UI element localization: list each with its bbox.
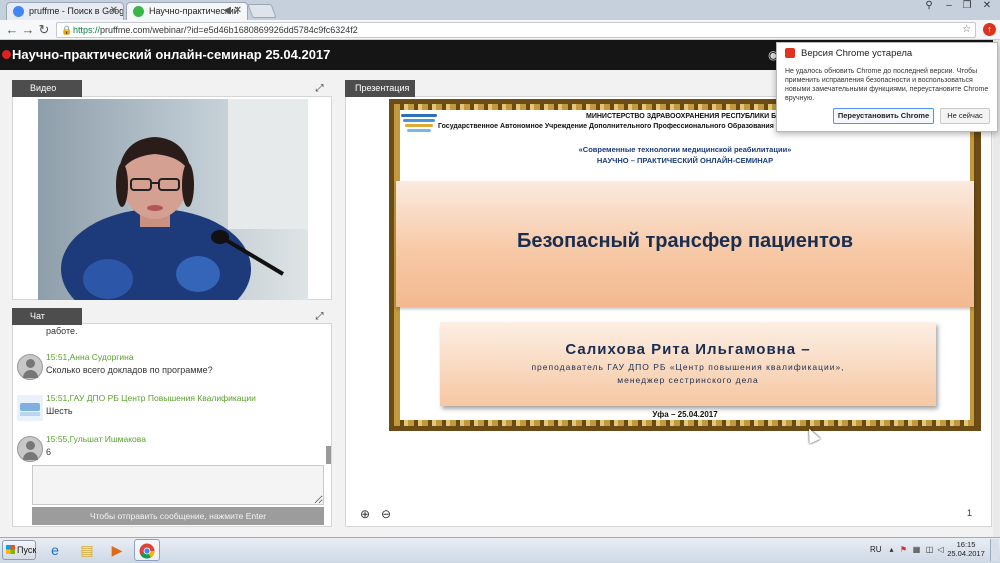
tab-close-icon[interactable]: ✕ bbox=[234, 5, 242, 16]
lock-icon: 🔒 bbox=[61, 25, 73, 35]
chat-message-text: Шесть bbox=[46, 406, 73, 416]
chat-send-hint: Чтобы отправить сообщение, нажмите Enter bbox=[32, 507, 324, 525]
warning-icon bbox=[785, 48, 795, 58]
close-window-icon[interactable]: ✕ bbox=[978, 0, 996, 14]
chat-message-input[interactable] bbox=[32, 465, 324, 505]
live-indicator-icon bbox=[2, 50, 11, 59]
new-tab-button[interactable] bbox=[247, 4, 277, 18]
chat-message-text: 6 bbox=[46, 447, 52, 457]
slide-topic: «Современные технологии медицинской реаб… bbox=[578, 145, 792, 154]
start-button[interactable]: Пуск bbox=[2, 540, 36, 560]
dialog-title: Версия Chrome устарела bbox=[801, 48, 913, 59]
slide-title: Безопасный трансфер пациентов bbox=[516, 230, 853, 252]
forward-arrow-icon[interactable]: → bbox=[20, 22, 36, 38]
chat-message: 15:51,ГАУ ДПО РБ Центр Повышения Квалифи… bbox=[13, 391, 323, 427]
tab-close-icon[interactable]: ✕ bbox=[110, 5, 118, 16]
chrome-logo-icon bbox=[139, 543, 155, 559]
tray-volume-icon[interactable]: ◁ bbox=[936, 545, 945, 554]
chat-message: 15:55,Гульшат Ишмакова 6 bbox=[13, 432, 323, 468]
chat-message-meta: 15:51,ГАУ ДПО РБ Центр Повышения Квалифи… bbox=[46, 393, 256, 403]
chat-message-meta: 15:51,Анна Судоргина bbox=[46, 352, 134, 362]
slide-event-type: НАУЧНО – ПРАКТИЧЕСКИЙ ОНЛАЙН-СЕМИНАР bbox=[596, 156, 774, 165]
clock-date: 25.04.2017 bbox=[947, 549, 985, 558]
chat-message-text: Сколько всего докладов по программе? bbox=[46, 365, 213, 375]
tray-alert-icon[interactable]: ⚑ bbox=[899, 545, 908, 554]
tab-google-search[interactable]: pruffme - Поиск в Google ✕ bbox=[6, 2, 124, 20]
tab-webinar[interactable]: Научно-практический ◀ ✕ bbox=[126, 2, 248, 20]
user-profile-icon[interactable]: ⚲ bbox=[920, 0, 938, 14]
url-scheme: https:// bbox=[73, 25, 101, 35]
show-desktop-button[interactable] bbox=[990, 539, 999, 561]
chat-message-meta: 15:55,Гульшат Ишмакова bbox=[46, 434, 146, 444]
video-panel-label: Видео bbox=[12, 80, 82, 97]
presentation-panel-label: Презентация bbox=[345, 80, 415, 97]
minimize-window-icon[interactable]: – bbox=[940, 0, 958, 14]
reinstall-chrome-button[interactable]: Переустановить Chrome bbox=[833, 108, 934, 124]
restore-window-icon[interactable]: ❐ bbox=[958, 0, 976, 14]
clock-time: 16:15 bbox=[956, 540, 976, 549]
chrome-taskbar-icon[interactable] bbox=[134, 539, 160, 561]
user-avatar-icon bbox=[17, 354, 43, 380]
expand-video-icon[interactable]: ⤢ bbox=[314, 83, 325, 94]
slide-page-number: 1 bbox=[967, 508, 973, 518]
google-favicon-icon bbox=[13, 6, 24, 17]
user-avatar-icon bbox=[17, 436, 43, 462]
zoom-out-icon[interactable]: ⊖ bbox=[379, 507, 393, 521]
pruffme-favicon-icon bbox=[133, 6, 144, 17]
video-stream bbox=[38, 99, 308, 300]
slide-speaker-position: преподаватель ГАУ ДПО РБ «Центр повышени… bbox=[531, 362, 845, 372]
speaker-audio-icon[interactable]: ◀ bbox=[223, 5, 231, 16]
slide-speaker: Салихова Рита Ильгамовна – bbox=[565, 341, 811, 358]
url-host-path: pruffme.com/webinar/?id=e5d46b1680869926… bbox=[100, 25, 358, 35]
expand-chat-icon[interactable]: ⤢ bbox=[314, 311, 325, 322]
tray-app-icon[interactable]: ◫ bbox=[925, 545, 934, 554]
chat-message: 15:51,Анна Судоргина Сколько всего докла… bbox=[13, 350, 323, 386]
taskbar-clock[interactable]: 16:15 25.04.2017 bbox=[946, 540, 986, 558]
chat-panel-label: Чат bbox=[12, 308, 82, 325]
address-bar[interactable]: 🔒 https://pruffme.com/webinar/?id=e5d46b… bbox=[56, 22, 976, 38]
slide-place-date: Уфа – 25.04.2017 bbox=[652, 410, 718, 419]
tray-network-icon[interactable]: ▦ bbox=[912, 545, 921, 554]
back-arrow-icon[interactable]: ← bbox=[4, 22, 20, 38]
file-explorer-icon[interactable]: ▤ bbox=[74, 539, 100, 561]
tray-expand-icon[interactable]: ▴ bbox=[887, 545, 896, 554]
institution-logo-icon bbox=[401, 114, 437, 134]
slide-speaker-role: менеджер сестринского дела bbox=[617, 375, 759, 385]
chat-scrollbar[interactable] bbox=[326, 446, 331, 464]
chrome-update-alert-icon[interactable]: ↑ bbox=[983, 23, 996, 36]
reload-icon[interactable]: ↻ bbox=[36, 22, 52, 38]
star-icon[interactable]: ☆ bbox=[962, 23, 971, 37]
organization-avatar-icon bbox=[17, 395, 43, 421]
dialog-body: Не удалось обновить Chrome до последней … bbox=[785, 68, 989, 102]
keyboard-language[interactable]: RU bbox=[870, 545, 882, 554]
not-now-button[interactable]: Не сейчас bbox=[940, 108, 990, 124]
page-title: Научно-практический онлайн-семинар 25.04… bbox=[12, 47, 331, 62]
chat-partial-message: работе. bbox=[46, 326, 78, 336]
zoom-in-icon[interactable]: ⊕ bbox=[358, 507, 372, 521]
internet-explorer-icon[interactable]: e bbox=[42, 539, 68, 561]
media-player-icon[interactable]: ▶ bbox=[104, 539, 130, 561]
presenter-video-image bbox=[38, 99, 308, 300]
